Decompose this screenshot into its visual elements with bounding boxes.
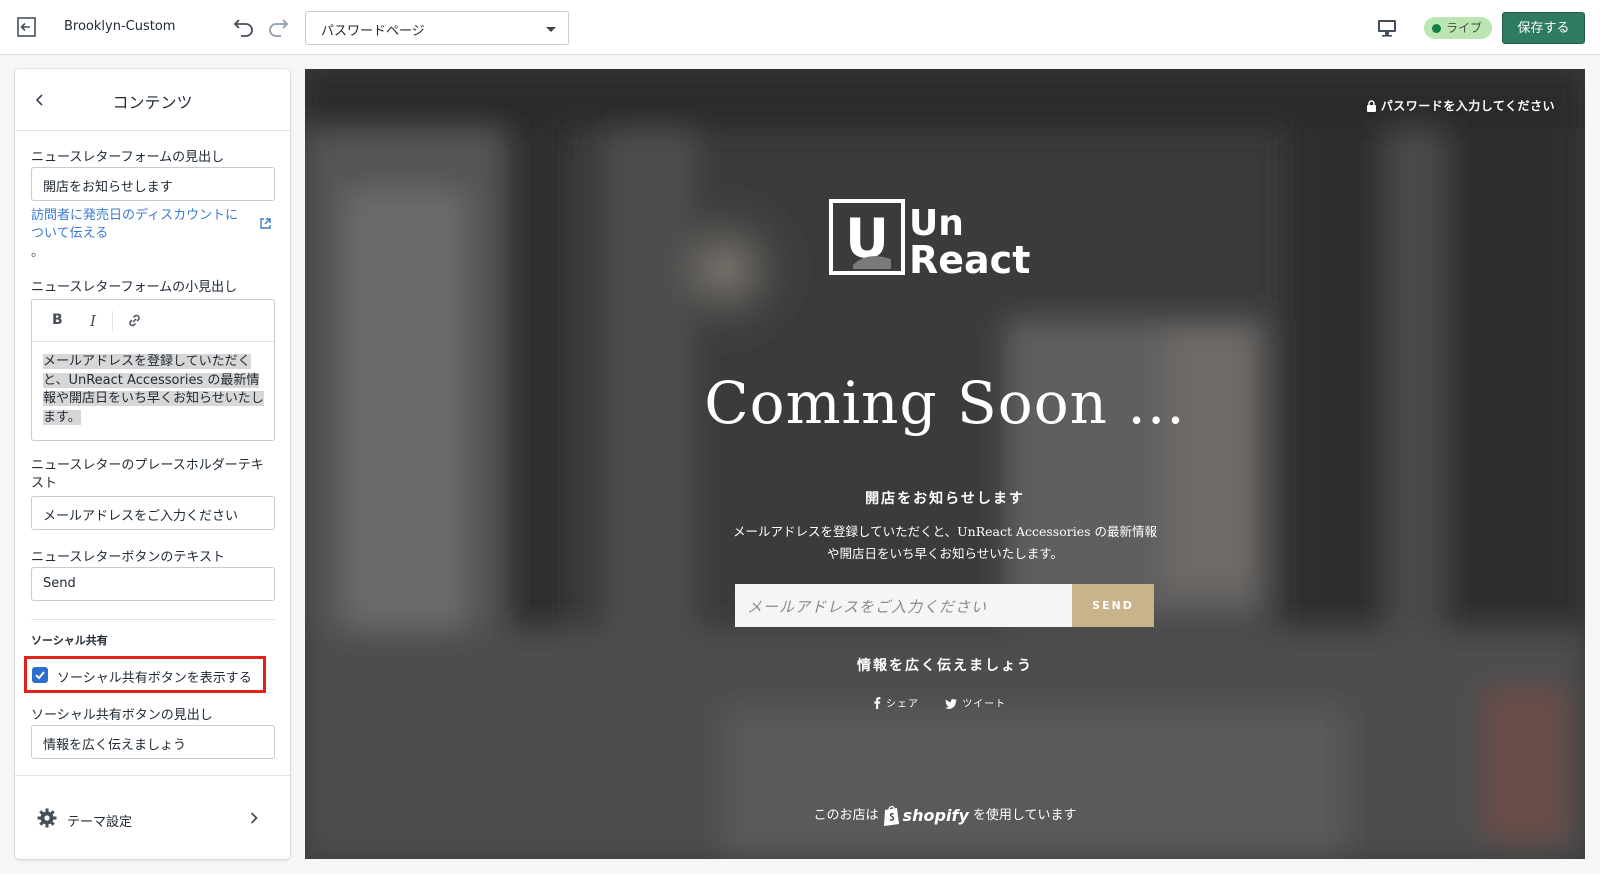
powered-prefix: このお店は xyxy=(813,808,879,823)
social-share-checkbox[interactable] xyxy=(32,667,48,683)
subheading-rich-text-editor[interactable]: B I メールアドレスを登録していただくと、UnReact Accessorie… xyxy=(31,299,275,441)
section-divider xyxy=(31,619,275,620)
facebook-icon xyxy=(874,697,881,709)
theme-settings-label: テーマ設定 xyxy=(67,815,133,830)
chevron-right-icon xyxy=(250,812,258,824)
subheading-label: ニュースレターフォームの小見出し xyxy=(31,280,238,295)
rte-toolbar: B I xyxy=(32,300,274,342)
exit-editor-icon[interactable] xyxy=(14,14,40,40)
help-suffix: 。 xyxy=(31,245,45,260)
sidebar-header: コンテンツ xyxy=(15,69,290,131)
page-template-select[interactable]: パスワードページ xyxy=(305,11,569,45)
password-link-text: パスワードを入力してください xyxy=(1380,99,1555,113)
undo-icon[interactable] xyxy=(232,14,256,38)
button-text-input[interactable]: Send xyxy=(31,567,275,601)
powered-suffix: を使用しています xyxy=(972,808,1077,823)
live-dot-icon xyxy=(1432,24,1441,33)
twitter-share-label: ツイート xyxy=(962,699,1007,710)
newsletter-heading: 開店をお知らせします xyxy=(865,491,1025,507)
theme-name: Brooklyn-Custom xyxy=(64,19,176,34)
sidebar-title: コンテンツ xyxy=(112,93,193,112)
redo-icon[interactable] xyxy=(266,14,290,38)
social-section-heading: ソーシャル共有 xyxy=(31,634,108,647)
toolbar-divider xyxy=(112,311,113,331)
newsletter-heading-input[interactable]: 開店をお知らせします xyxy=(31,167,275,201)
social-heading-input[interactable]: 情報を広く伝えましょう xyxy=(31,725,275,759)
share-buttons: シェア ツイート xyxy=(873,695,1028,710)
storefront-preview: パスワードを入力してください U Un React Coming Soon ..… xyxy=(305,69,1585,859)
bold-button[interactable]: B xyxy=(52,312,63,328)
selected-text: メールアドレスを登録していただくと、UnReact Accessories の最… xyxy=(43,354,264,425)
placeholder-input[interactable]: メールアドレスをご入力ください xyxy=(31,496,275,530)
link-icon[interactable] xyxy=(126,312,143,329)
button-text-label: ニュースレターボタンのテキスト xyxy=(31,550,225,565)
save-button[interactable]: 保存する xyxy=(1502,12,1585,44)
logo-react: React xyxy=(909,238,1030,281)
email-input[interactable]: メールアドレスをご入力ください xyxy=(735,584,1072,627)
enter-password-link[interactable]: パスワードを入力してください xyxy=(1366,97,1555,114)
twitter-share-button[interactable]: ツイート xyxy=(945,695,1006,710)
check-icon xyxy=(35,671,45,680)
coming-soon-title: Coming Soon ... xyxy=(704,369,1186,437)
facebook-share-label: シェア xyxy=(886,699,919,710)
subheading-text[interactable]: メールアドレスを登録していただくと、UnReact Accessories の最… xyxy=(43,353,265,427)
live-status-badge: ライブ xyxy=(1424,17,1493,39)
theme-settings-row[interactable]: テーマ設定 xyxy=(15,775,290,859)
live-label: ライブ xyxy=(1446,21,1483,35)
editor-topbar: Brooklyn-Custom パスワードページ ライブ 保存する xyxy=(0,0,1600,55)
newsletter-heading-label: ニュースレターフォームの見出し xyxy=(31,150,225,165)
shopify-wordmark: shopify xyxy=(902,806,969,825)
chevron-down-icon xyxy=(546,27,556,32)
settings-sidebar: コンテンツ ニュースレターフォームの見出し 開店をお知らせします 訪問者に発売日… xyxy=(15,69,290,859)
send-button[interactable]: SEND xyxy=(1072,584,1154,627)
shopify-bag-icon xyxy=(883,805,899,826)
desktop-preview-icon[interactable] xyxy=(1376,17,1398,39)
discount-help-link[interactable]: 訪問者に発売日のディスカウントについて伝える xyxy=(31,207,241,243)
social-share-checkbox-label[interactable]: ソーシャル共有ボタンを表示する xyxy=(57,667,252,686)
blurred-store-background xyxy=(305,69,1585,859)
gear-icon xyxy=(37,808,57,828)
placeholder-label: ニュースレターのプレースホルダーテキスト xyxy=(31,458,264,491)
unreact-logo: U Un React xyxy=(829,199,1030,281)
facebook-share-button[interactable]: シェア xyxy=(873,695,919,710)
lock-icon xyxy=(1366,100,1376,112)
powered-by-shopify[interactable]: このお店は shopify を使用しています xyxy=(305,804,1585,826)
twitter-icon xyxy=(945,699,958,709)
social-heading-label: ソーシャル共有ボタンの見出し xyxy=(31,708,213,723)
italic-button[interactable]: I xyxy=(90,312,96,330)
page-select-value: パスワードページ xyxy=(321,24,425,39)
external-link-icon[interactable] xyxy=(259,217,272,230)
share-heading: 情報を広く伝えましょう xyxy=(857,658,1033,674)
newsletter-subheading: メールアドレスを登録していただくと、UnReact Accessories の最… xyxy=(732,524,1157,561)
